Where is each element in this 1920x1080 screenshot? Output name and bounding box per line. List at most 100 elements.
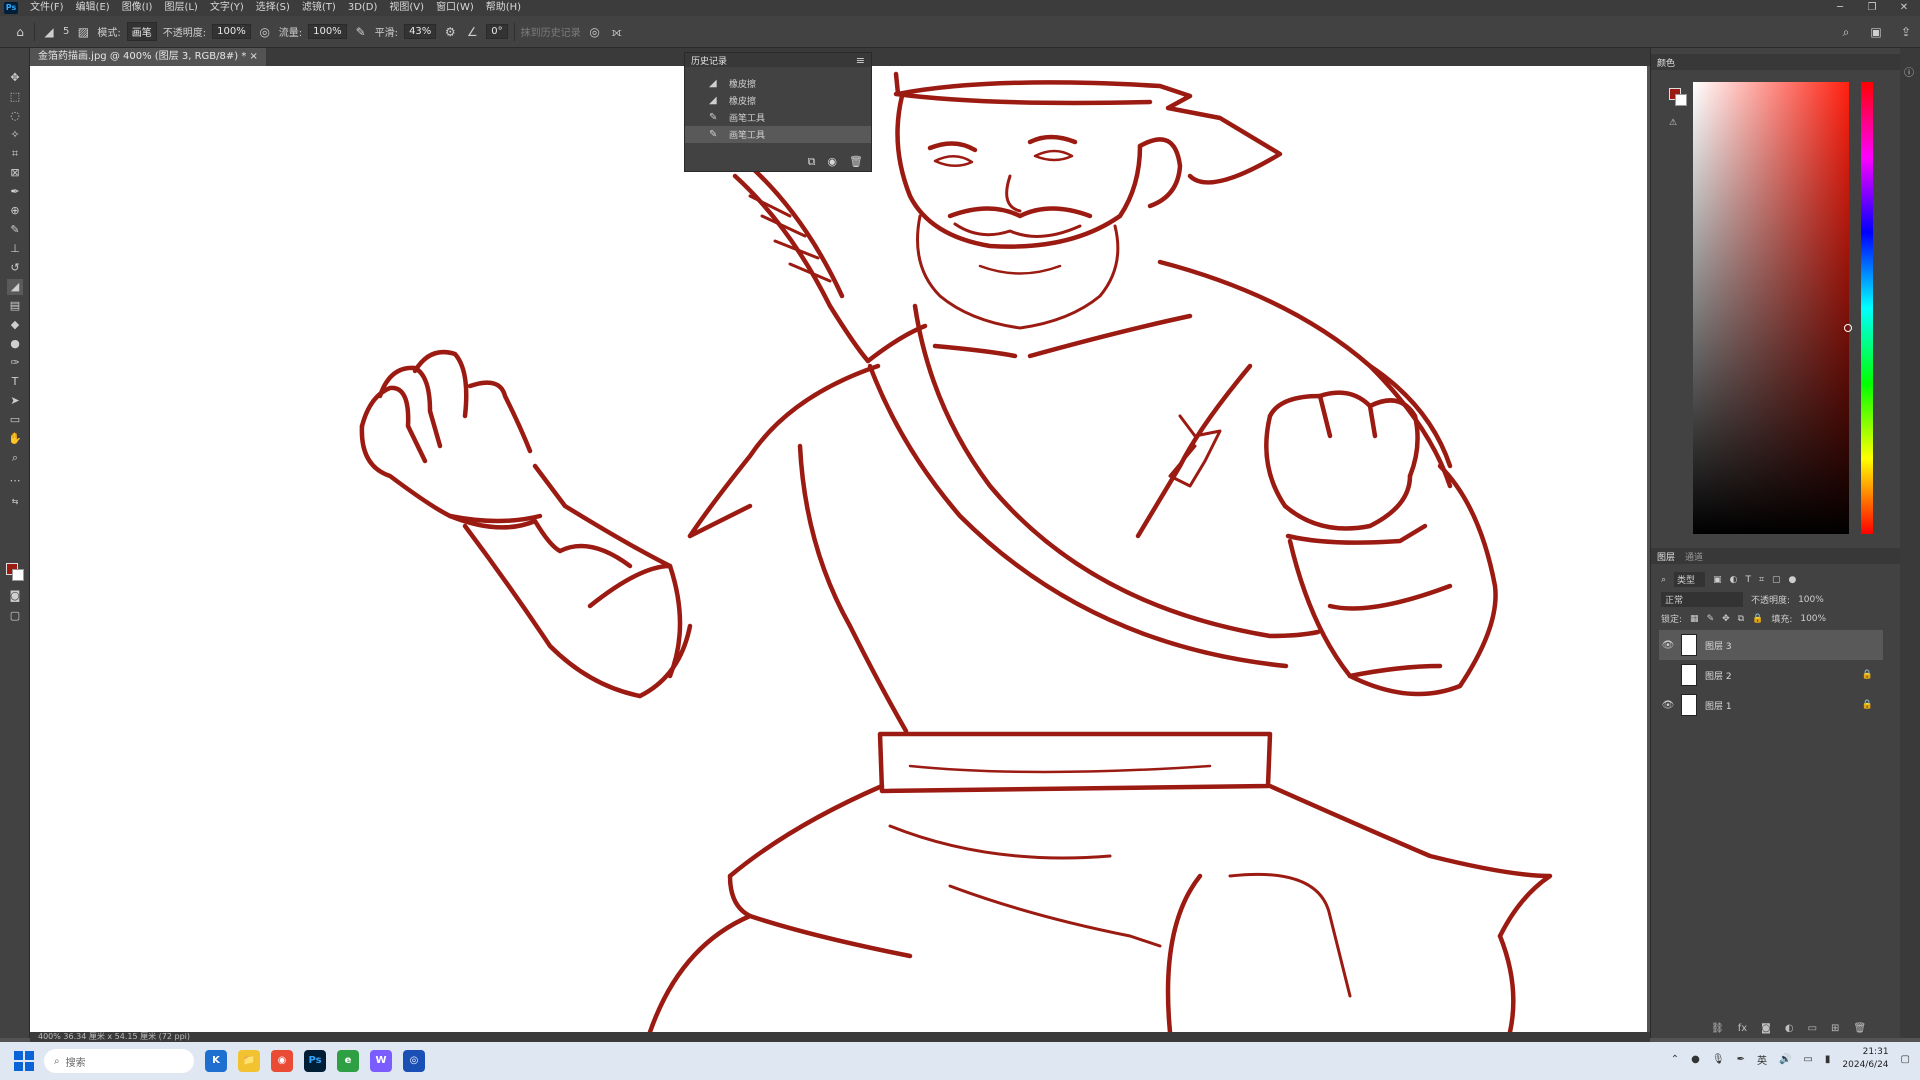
smooth-input[interactable]: 43% bbox=[404, 24, 437, 39]
background-color-swatch[interactable] bbox=[1675, 94, 1687, 106]
new-group-icon[interactable]: ▭ bbox=[1808, 1023, 1817, 1034]
menu-view[interactable]: 视图(V) bbox=[383, 0, 430, 16]
app-k-icon[interactable]: K bbox=[205, 1050, 227, 1072]
healing-brush-icon[interactable]: ⊕ bbox=[7, 203, 23, 219]
symmetry-icon[interactable]: ⟗ bbox=[609, 24, 625, 40]
minimize-icon[interactable]: ─ bbox=[1824, 0, 1856, 16]
brush-panel-icon[interactable]: ▨ bbox=[75, 24, 91, 40]
taskbar-search[interactable]: ⌕ 搜索 bbox=[44, 1049, 194, 1073]
new-document-from-state-icon[interactable]: ⧉ bbox=[808, 155, 816, 169]
pressure-opacity-icon[interactable]: ◎ bbox=[257, 24, 273, 40]
menu-type[interactable]: 文字(Y) bbox=[204, 0, 250, 16]
history-brush-icon[interactable]: ↺ bbox=[7, 260, 23, 276]
network-icon[interactable]: ▭ bbox=[1803, 1054, 1812, 1065]
chrome-icon[interactable]: ◉ bbox=[271, 1050, 293, 1072]
menu-image[interactable]: 图像(I) bbox=[116, 0, 159, 16]
photoshop-icon[interactable]: Ps bbox=[304, 1050, 326, 1072]
zoom-tool-icon[interactable]: ⌕ bbox=[7, 450, 23, 466]
app-circle-icon[interactable]: ◎ bbox=[403, 1050, 425, 1072]
menu-3d[interactable]: 3D(D) bbox=[342, 0, 384, 16]
lasso-tool-icon[interactable]: ◌ bbox=[7, 108, 23, 124]
workspace-icon[interactable]: ▣ bbox=[1868, 24, 1884, 40]
layer-kind-filter[interactable]: 类型 bbox=[1674, 572, 1706, 587]
volume-icon[interactable]: 🔊 bbox=[1779, 1054, 1791, 1065]
filter-type-icon[interactable]: T bbox=[1745, 575, 1751, 585]
ime-indicator[interactable]: 英 bbox=[1757, 1052, 1767, 1067]
pressure-size-icon[interactable]: ◎ bbox=[587, 24, 603, 40]
history-item[interactable]: ◢ 橡皮擦 bbox=[685, 75, 871, 92]
new-layer-icon[interactable]: ⊞ bbox=[1831, 1023, 1839, 1034]
pen-tool-icon[interactable]: ✑ bbox=[7, 355, 23, 371]
filter-pixel-icon[interactable]: ▣ bbox=[1713, 575, 1722, 585]
eye-icon[interactable]: 👁 bbox=[1659, 700, 1677, 711]
mode-select[interactable]: 画笔 bbox=[126, 22, 157, 41]
eyedropper-icon[interactable]: ✒ bbox=[7, 184, 23, 200]
app-tray-icon[interactable]: ● bbox=[1691, 1054, 1700, 1065]
canvas[interactable] bbox=[30, 66, 1647, 1032]
battery-icon[interactable]: ▮ bbox=[1825, 1054, 1831, 1065]
menu-file[interactable]: 文件(F) bbox=[24, 0, 70, 16]
shape-tool-icon[interactable]: ▭ bbox=[7, 412, 23, 428]
hue-slider[interactable] bbox=[1861, 82, 1873, 534]
stamp-tool-icon[interactable]: ⊥ bbox=[7, 241, 23, 257]
fill-input[interactable]: 100% bbox=[1800, 614, 1826, 624]
camera-icon[interactable]: ◉ bbox=[827, 155, 837, 169]
brush-tool-icon[interactable]: ✎ bbox=[7, 222, 23, 238]
file-explorer-icon[interactable]: 📁 bbox=[238, 1050, 260, 1072]
swap-colors-icon[interactable]: ⇆ bbox=[7, 494, 23, 510]
layer-opacity-input[interactable]: 100% bbox=[1798, 595, 1824, 605]
menu-help[interactable]: 帮助(H) bbox=[480, 0, 527, 16]
panel-menu-icon[interactable]: ≡ bbox=[856, 54, 865, 67]
add-mask-icon[interactable]: ◙ bbox=[1761, 1023, 1771, 1034]
flow-input[interactable]: 100% bbox=[308, 24, 347, 39]
trash-icon[interactable]: 🗑 bbox=[849, 155, 863, 169]
erase-to-history-checkbox[interactable]: 抹到历史记录 bbox=[521, 24, 581, 39]
lock-position-icon[interactable]: ✥ bbox=[1722, 614, 1730, 624]
microphone-icon[interactable]: 🎙 bbox=[1712, 1054, 1725, 1065]
edge-icon[interactable]: e bbox=[337, 1050, 359, 1072]
filter-toggle-icon[interactable]: ● bbox=[1789, 575, 1797, 585]
lock-artboard-icon[interactable]: ⧉ bbox=[1738, 614, 1744, 624]
tab-color[interactable]: 颜色 bbox=[1657, 56, 1675, 69]
airbrush-icon[interactable]: ✎ bbox=[353, 24, 369, 40]
blend-mode-select[interactable]: 正常 bbox=[1661, 592, 1744, 607]
filter-shape-icon[interactable]: ⌗ bbox=[1759, 575, 1764, 585]
hand-tool-icon[interactable]: ✋ bbox=[7, 431, 23, 447]
info-icon[interactable]: ⓘ bbox=[1904, 64, 1914, 79]
type-tool-icon[interactable]: T bbox=[7, 374, 23, 390]
start-button[interactable] bbox=[14, 1051, 34, 1071]
history-item[interactable]: ✎ 画笔工具 bbox=[685, 109, 871, 126]
color-picker-cursor[interactable] bbox=[1844, 324, 1852, 332]
color-picker-field[interactable] bbox=[1693, 82, 1849, 534]
path-select-icon[interactable]: ➤ bbox=[7, 393, 23, 409]
eye-icon[interactable]: 👁 bbox=[1659, 640, 1677, 651]
frame-tool-icon[interactable]: ⊠ bbox=[7, 165, 23, 181]
app-w-icon[interactable]: W bbox=[370, 1050, 392, 1072]
clock[interactable]: 21:31 2024/6/24 bbox=[1842, 1046, 1888, 1072]
filter-adjustment-icon[interactable]: ◐ bbox=[1730, 575, 1738, 585]
menu-window[interactable]: 窗口(W) bbox=[430, 0, 480, 16]
layer-name[interactable]: 图层 3 bbox=[1705, 639, 1732, 652]
more-tools-icon[interactable]: ⋯ bbox=[7, 473, 23, 489]
adjustment-layer-icon[interactable]: ◐ bbox=[1785, 1023, 1794, 1034]
menu-select[interactable]: 选择(S) bbox=[250, 0, 296, 16]
lock-all-icon[interactable]: 🔒 bbox=[1752, 614, 1763, 624]
fx-icon[interactable]: fx bbox=[1738, 1023, 1747, 1034]
layer-row[interactable]: 图层 2 🔒 bbox=[1659, 660, 1883, 690]
menu-edit[interactable]: 编辑(E) bbox=[70, 0, 116, 16]
opacity-input[interactable]: 100% bbox=[212, 24, 251, 39]
menu-filter[interactable]: 滤镜(T) bbox=[296, 0, 342, 16]
home-icon[interactable]: ⌂ bbox=[12, 24, 28, 40]
layer-name[interactable]: 图层 2 bbox=[1705, 669, 1732, 682]
blur-tool-icon[interactable]: ◆ bbox=[7, 317, 23, 333]
lock-transparent-icon[interactable]: ▦ bbox=[1690, 614, 1699, 624]
gradient-tool-icon[interactable]: ▤ bbox=[7, 298, 23, 314]
restore-icon[interactable]: ❐ bbox=[1856, 0, 1888, 16]
background-color-swatch[interactable] bbox=[12, 569, 24, 581]
history-item[interactable]: ◢ 橡皮擦 bbox=[685, 92, 871, 109]
document-tab[interactable]: 金箔药描画.jpg @ 400% (图层 3, RGB/8#) * × bbox=[30, 48, 266, 66]
gear-icon[interactable]: ⚙ bbox=[442, 24, 458, 40]
tab-channels[interactable]: 通道 bbox=[1685, 550, 1703, 563]
marquee-tool-icon[interactable]: ⬚ bbox=[7, 89, 23, 105]
layer-row[interactable]: 👁 图层 1 🔒 bbox=[1659, 690, 1883, 720]
